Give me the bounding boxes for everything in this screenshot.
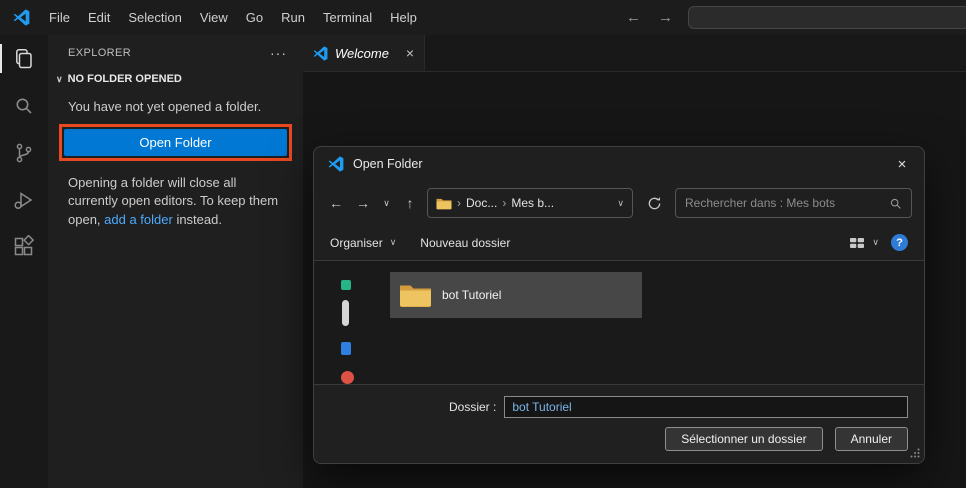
breadcrumb-documents[interactable]: Doc... [466,196,497,210]
menu-edit[interactable]: Edit [79,0,119,35]
annotation-highlight: Open Folder [59,124,292,161]
extensions-icon [14,234,35,255]
breadcrumb-mes-bots[interactable]: Mes b... [511,196,554,210]
quick-access-pane [314,261,376,384]
address-dropdown-icon[interactable]: ∨ [617,198,624,209]
menu-run[interactable]: Run [272,0,314,35]
open-folder-dialog: Open Folder × ← → ∨ ↑ › Doc... › Mes b..… [313,146,925,464]
menu-file[interactable]: File [40,0,79,35]
section-no-folder-opened[interactable]: ∨ NO FOLDER OPENED [48,71,303,87]
empty-folder-message: You have not yet opened a folder. [68,99,262,114]
folder-field-label: Dossier : [449,400,497,414]
sidebar-header: EXPLORER ··· [48,35,303,71]
activity-explorer[interactable] [0,35,48,82]
command-center-search[interactable] [688,6,966,29]
select-folder-button[interactable]: Sélectionner un dossier [665,427,823,451]
chevron-down-icon: ∨ [56,73,63,84]
dialog-title: Open Folder [353,157,423,171]
chevron-down-icon: ∨ [389,237,397,247]
titlebar: File Edit Selection View Go Run Terminal… [0,0,966,35]
activity-source-control[interactable] [0,129,48,176]
folder-icon [400,285,431,307]
chevron-right-icon: › [457,196,461,210]
dialog-footer: Dossier : Sélectionner un dossier Annule… [314,384,924,463]
nav-recent-chevron-icon[interactable]: ∨ [380,198,393,209]
new-folder-button[interactable]: Nouveau dossier [420,236,510,250]
dialog-titlebar: Open Folder × [314,147,924,181]
activity-search[interactable] [0,82,48,129]
dialog-body: bot Tutoriel [314,261,924,384]
organize-label: Organiser [330,235,383,250]
menu-selection[interactable]: Selection [119,0,190,35]
resize-grip-icon[interactable] [910,445,920,463]
menu-go[interactable]: Go [237,0,272,35]
view-options-button[interactable]: ∨ [849,235,879,251]
cancel-button[interactable]: Annuler [834,427,908,451]
sidebar-title: EXPLORER [68,47,132,59]
organize-menu[interactable]: Organiser ∨ [330,236,396,250]
help-button[interactable]: ? [891,234,908,251]
open-folder-button[interactable]: Open Folder [64,129,287,156]
tab-close-icon[interactable]: × [406,45,414,61]
history-forward-icon[interactable]: → [658,9,673,26]
activity-bar [0,35,48,488]
folder-item-bot-tutoriel[interactable]: bot Tutoriel [390,272,642,318]
quick-access-item-icon[interactable] [341,371,354,384]
menu-terminal[interactable]: Terminal [314,0,381,35]
quick-access-item-icon[interactable] [341,280,351,290]
activity-extensions[interactable] [0,223,48,270]
vscode-tab-icon [313,45,328,61]
run-debug-icon [14,191,33,209]
tab-welcome[interactable]: Welcome × [303,35,425,71]
menu-help[interactable]: Help [381,0,426,35]
refresh-icon [648,196,660,209]
view-grid-icon [850,237,865,248]
vscode-dialog-icon [328,156,344,172]
quick-access-item-icon[interactable] [341,342,351,355]
add-folder-link[interactable]: add a folder [104,212,173,227]
folder-name-input[interactable] [504,396,908,418]
chevron-down-icon: ∨ [872,237,879,247]
folder-icon [436,198,452,209]
files-icon [16,48,32,68]
menu-view[interactable]: View [191,0,237,35]
activity-run-debug[interactable] [0,176,48,223]
note-text-after: instead. [172,211,222,227]
source-control-icon [16,143,32,162]
tab-label: Welcome [335,45,389,61]
address-bar[interactable]: › Doc... › Mes b... ∨ [427,188,633,218]
file-list: bot Tutoriel [376,261,924,384]
history-back-icon[interactable]: ← [626,9,641,26]
dialog-close-icon[interactable]: × [880,147,924,181]
search-icon [16,98,32,114]
nav-forward-icon[interactable]: → [353,195,373,211]
dialog-search-input[interactable] [685,196,883,210]
vscode-logo-icon [13,9,30,26]
dialog-search-box[interactable] [675,188,912,218]
section-label: NO FOLDER OPENED [67,73,182,85]
nav-up-icon[interactable]: ↑ [400,195,420,211]
refresh-button[interactable] [640,189,668,217]
dialog-navigation-bar: ← → ∨ ↑ › Doc... › Mes b... ∨ [314,181,924,225]
chevron-right-icon: › [502,196,507,210]
folder-item-label: bot Tutoriel [442,288,502,302]
explorer-sidebar: EXPLORER ··· ∨ NO FOLDER OPENED You have… [48,35,303,488]
tab-bar: Welcome × [303,35,966,72]
scrollbar-thumb[interactable] [342,300,349,326]
dialog-command-bar: Organiser ∨ Nouveau dossier ∨ ? [314,225,924,261]
new-folder-label: Nouveau dossier [420,235,511,250]
search-icon [890,198,901,209]
more-actions-icon[interactable]: ··· [270,45,287,61]
sidebar-note: Opening a folder will close all currentl… [48,165,298,229]
nav-back-icon[interactable]: ← [326,195,346,211]
